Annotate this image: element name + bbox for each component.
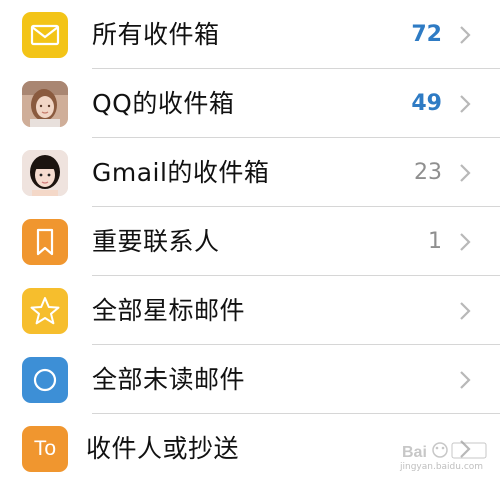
mailbox-label: Gmail的收件箱 <box>92 158 270 187</box>
to-icon-text: To <box>33 437 57 460</box>
mailbox-list: 所有收件箱 72 QQ的收件箱 49 Gmail的收件箱 23 重要联系人 1 … <box>0 0 500 484</box>
baidu-jingyan-watermark: Bai jingyan.baidu.com <box>400 440 490 476</box>
mailbox-label: 全部未读邮件 <box>92 365 246 394</box>
unread-count <box>402 345 442 414</box>
star-icon <box>22 288 68 334</box>
mailbox-row-unread[interactable]: 全部未读邮件 <box>0 345 500 414</box>
chevron-right-icon <box>460 302 471 320</box>
chevron-right-icon <box>460 95 471 113</box>
unread-count: 72 <box>411 22 442 47</box>
circle-icon <box>22 357 68 403</box>
mailbox-label: QQ的收件箱 <box>92 89 235 118</box>
chevron-right-icon <box>460 371 471 389</box>
avatar-photo-2 <box>22 150 68 196</box>
svg-text:Bai: Bai <box>402 444 427 461</box>
bookmark-icon <box>22 219 68 265</box>
chevron-right-icon <box>460 164 471 182</box>
mailbox-label: 所有收件箱 <box>92 20 220 49</box>
mailbox-label: 全部星标邮件 <box>92 296 246 325</box>
chevron-right-icon <box>460 26 471 44</box>
mailbox-label: 收件人或抄送 <box>86 434 240 463</box>
unread-count <box>402 276 442 345</box>
mailbox-row-starred[interactable]: 全部星标邮件 <box>0 276 500 345</box>
unread-count: 23 <box>414 160 442 185</box>
envelope-icon <box>22 12 68 58</box>
mailbox-row-qq[interactable]: QQ的收件箱 49 <box>0 69 500 138</box>
unread-count: 49 <box>411 91 442 116</box>
mailbox-label: 重要联系人 <box>92 227 220 256</box>
avatar-photo-1 <box>22 81 68 127</box>
mailbox-row-vip[interactable]: 重要联系人 1 <box>0 207 500 276</box>
chevron-right-icon <box>460 233 471 251</box>
mailbox-row-all-inboxes[interactable]: 所有收件箱 72 <box>0 0 500 69</box>
unread-count: 1 <box>428 229 442 254</box>
watermark-text: jingyan.baidu.com <box>400 462 484 472</box>
mailbox-row-gmail[interactable]: Gmail的收件箱 23 <box>0 138 500 207</box>
to-icon: To <box>22 426 68 472</box>
